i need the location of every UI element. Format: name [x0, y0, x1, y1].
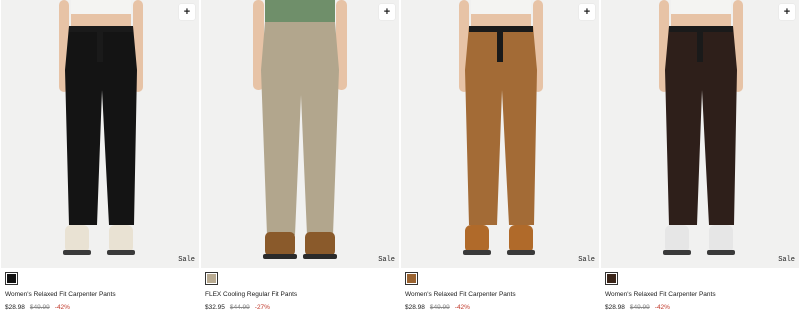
price-row: $28.98 $49.99 -42%: [405, 304, 599, 311]
torso: [471, 14, 531, 28]
product-name[interactable]: FLEX Cooling Regular Fit Pants: [205, 291, 399, 298]
swatch-fill: [7, 274, 16, 283]
product-name[interactable]: Women's Relaxed Fit Carpenter Pants: [5, 291, 199, 298]
right-sole: [303, 254, 337, 259]
product-grid: + Sale Women's Relaxed Fit Carpenter Pan…: [0, 0, 800, 320]
left-shoe: [465, 225, 489, 253]
right-boot: [305, 232, 335, 256]
sale-price: $32.95: [205, 304, 225, 311]
product-image[interactable]: + Sale: [401, 0, 599, 268]
right-sole: [707, 250, 735, 255]
left-sole: [663, 250, 691, 255]
color-swatch[interactable]: [5, 272, 18, 285]
color-swatch[interactable]: [205, 272, 218, 285]
sale-badge: Sale: [378, 256, 395, 264]
left-shoe: [65, 225, 89, 253]
product-photo-figure: [59, 0, 143, 255]
sale-price: $28.98: [5, 304, 25, 311]
belt-strap: [497, 32, 503, 62]
pants: [261, 22, 339, 235]
sale-price: $28.98: [405, 304, 425, 311]
belt: [69, 26, 133, 32]
belt: [669, 26, 733, 32]
product-card[interactable]: + Sale Women's Relaxed Fit Carpenter Pan…: [401, 0, 599, 320]
product-card[interactable]: + Sale Women's Relaxed Fit Carpenter Pan…: [1, 0, 199, 320]
left-shoe: [665, 225, 689, 253]
swatch-fill: [607, 274, 616, 283]
product-image[interactable]: + Sale: [1, 0, 199, 268]
discount-percent: -42%: [454, 304, 470, 311]
original-price: $44.99: [229, 304, 250, 311]
belt-strap: [97, 32, 103, 62]
product-name[interactable]: Women's Relaxed Fit Carpenter Pants: [405, 291, 599, 298]
price-row: $28.98 $49.99 -42%: [5, 304, 199, 311]
shirt: [265, 0, 335, 24]
left-boot: [265, 232, 295, 256]
sale-badge: Sale: [778, 256, 795, 264]
left-sole: [63, 250, 91, 255]
torso: [71, 14, 131, 28]
sale-badge: Sale: [178, 256, 195, 264]
torso: [671, 14, 731, 28]
product-photo-figure: [253, 0, 347, 259]
original-price: $49.99: [429, 304, 450, 311]
product-card[interactable]: + Sale Women's Relaxed Fit Carpenter Pan…: [601, 0, 799, 320]
sale-badge: Sale: [578, 256, 595, 264]
product-image[interactable]: + Sale: [601, 0, 799, 268]
product-name[interactable]: Women's Relaxed Fit Carpenter Pants: [605, 291, 799, 298]
left-sole: [463, 250, 491, 255]
right-sole: [107, 250, 135, 255]
right-shoe: [509, 225, 533, 253]
belt-strap: [697, 32, 703, 62]
plus-icon[interactable]: +: [179, 4, 195, 20]
product-photo-figure: [459, 0, 543, 255]
left-sole: [263, 254, 297, 259]
original-price: $49.99: [29, 304, 50, 311]
swatch-fill: [207, 274, 216, 283]
discount-percent: -42%: [654, 304, 670, 311]
plus-icon[interactable]: +: [379, 4, 395, 20]
color-swatch[interactable]: [405, 272, 418, 285]
swatch-fill: [407, 274, 416, 283]
product-image[interactable]: + Sale: [201, 0, 399, 268]
price-row: $28.98 $49.99 -42%: [605, 304, 799, 311]
color-swatch[interactable]: [605, 272, 618, 285]
price-row: $32.95 $44.99 -27%: [205, 304, 399, 311]
sale-price: $28.98: [605, 304, 625, 311]
plus-icon[interactable]: +: [579, 4, 595, 20]
product-card[interactable]: + Sale FLEX Cooling Regular Fit Pants $3…: [201, 0, 399, 320]
discount-percent: -27%: [254, 304, 270, 311]
product-photo-figure: [659, 0, 743, 255]
right-sole: [507, 250, 535, 255]
plus-icon[interactable]: +: [779, 4, 795, 20]
right-shoe: [109, 225, 133, 253]
right-shoe: [709, 225, 733, 253]
belt: [469, 26, 533, 32]
original-price: $49.99: [629, 304, 650, 311]
discount-percent: -42%: [54, 304, 70, 311]
